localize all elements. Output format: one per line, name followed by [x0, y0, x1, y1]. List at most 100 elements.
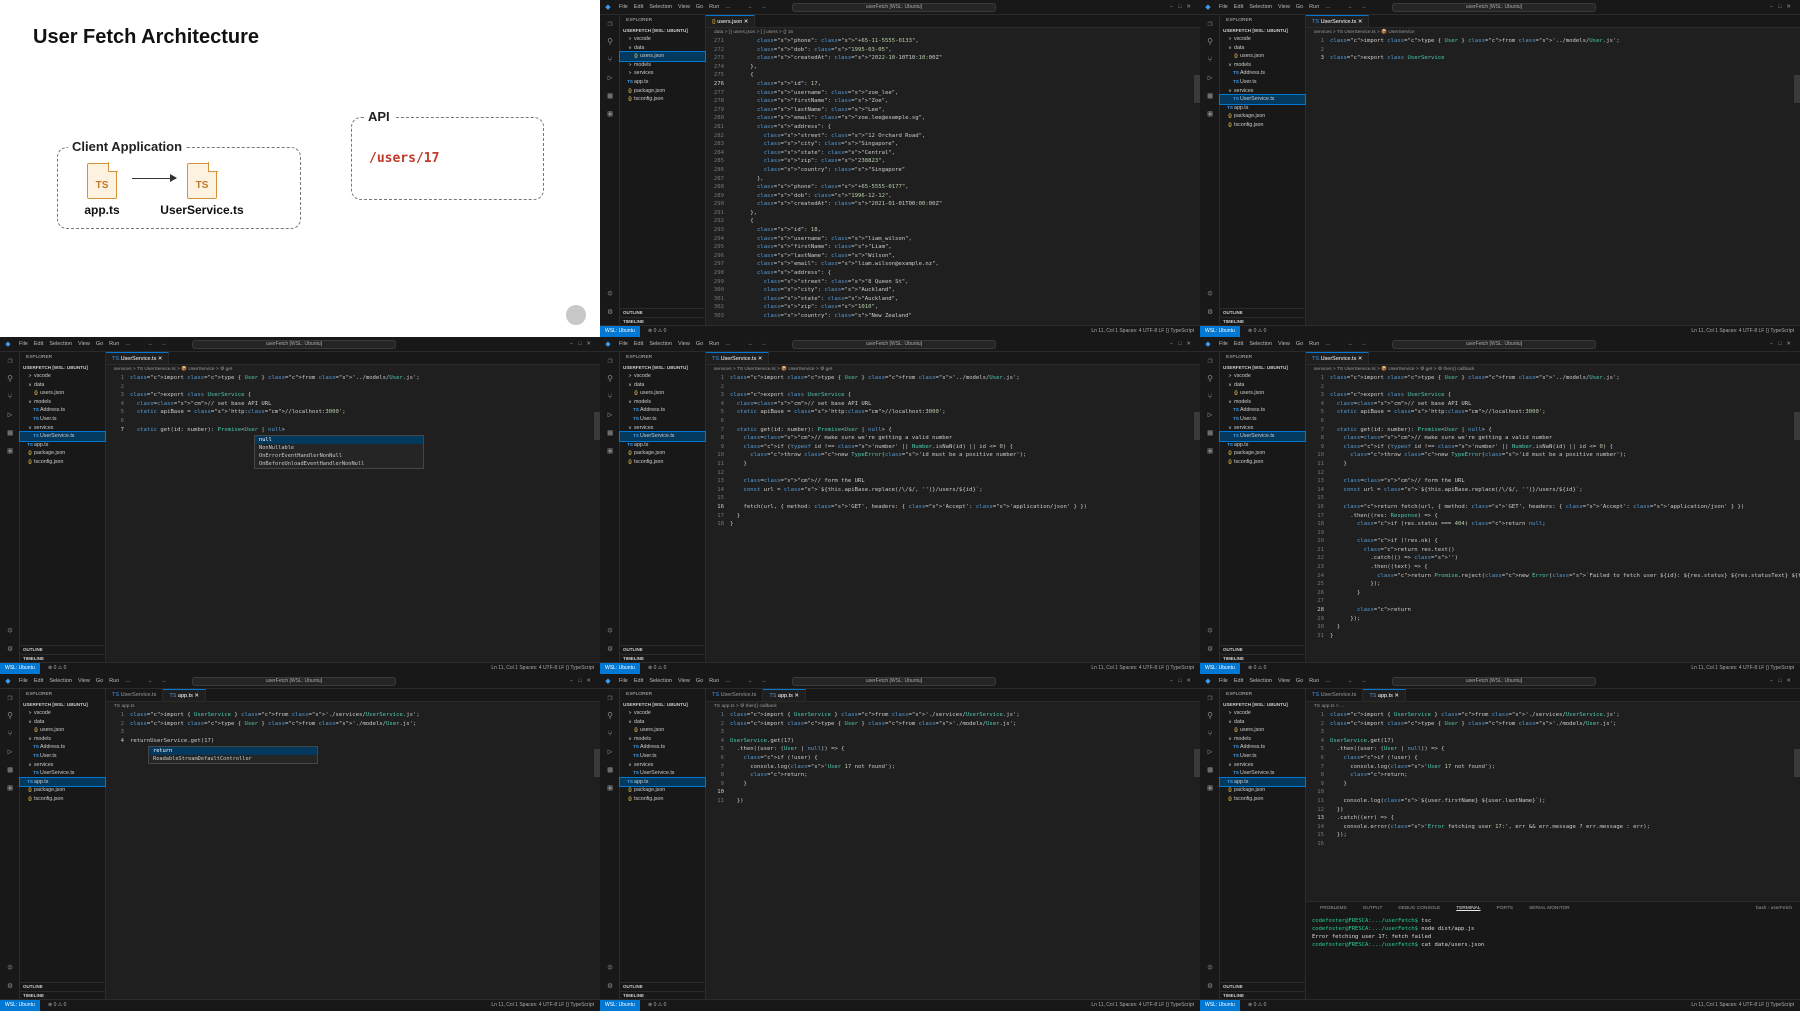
gear-icon[interactable]: ⚙ — [0, 640, 20, 658]
tree-item[interactable]: {} package.json — [20, 786, 105, 795]
menu-item[interactable]: View — [675, 678, 693, 684]
tree-item[interactable]: TSapp.ts — [20, 441, 105, 450]
command-search-input[interactable]: userFetch [WSL: Ubuntu] — [1392, 3, 1596, 12]
problems-indicator[interactable]: ⊗ 0 ⚠ 0 — [48, 1000, 66, 1011]
tree-item[interactable]: > vscode — [1220, 709, 1305, 718]
suggestion-item[interactable]: OnBeforeUnloadEventHandlerNonNull — [255, 460, 423, 468]
forward-icon[interactable]: → — [157, 678, 171, 684]
outline-section[interactable]: OUTLINE — [1220, 982, 1305, 990]
menu-item[interactable]: View — [75, 341, 93, 347]
files-icon[interactable]: ❐ — [0, 689, 20, 707]
run-debug-icon[interactable]: ▷ — [0, 743, 20, 761]
remote-explorer-icon[interactable]: ▣ — [1200, 442, 1220, 460]
remote-indicator[interactable]: WSL: Ubuntu — [1200, 326, 1240, 337]
forward-icon[interactable]: → — [157, 341, 171, 347]
tree-item[interactable]: TSapp.ts — [1220, 104, 1305, 113]
window-controls-icon[interactable]: −□✕ — [1770, 4, 1796, 10]
problems-indicator[interactable]: ⊗ 0 ⚠ 0 — [48, 663, 66, 674]
outline-section[interactable]: OUTLINE — [20, 982, 105, 990]
problems-indicator[interactable]: ⊗ 0 ⚠ 0 — [648, 663, 666, 674]
problems-indicator[interactable]: ⊗ 0 ⚠ 0 — [648, 1000, 666, 1011]
window-controls-icon[interactable]: −□✕ — [570, 678, 596, 684]
editor-tab[interactable]: TS UserService.ts — [1306, 689, 1364, 701]
menu-item[interactable]: Edit — [1231, 341, 1246, 347]
tree-item[interactable]: {} users.json — [1220, 726, 1305, 735]
tree-item[interactable]: {} package.json — [1220, 449, 1305, 458]
source-control-icon[interactable]: ⑂ — [1200, 388, 1220, 406]
editor-tab[interactable]: TS UserService.ts ✕ — [1306, 352, 1370, 364]
search-icon[interactable]: ⚲ — [600, 370, 620, 388]
tree-item[interactable]: v data — [1220, 381, 1305, 390]
menu-item[interactable]: Edit — [31, 341, 46, 347]
status-right[interactable]: Ln 11, Col 1 Spaces: 4 UTF-8 LF {} TypeS… — [1691, 326, 1794, 337]
autocomplete-popup[interactable]: return ReadableStreamDefaultController — [148, 746, 318, 765]
tree-item[interactable]: {} users.json — [1220, 389, 1305, 398]
remote-indicator[interactable]: WSL: Ubuntu — [0, 663, 40, 674]
timeline-section[interactable]: TIMELINE — [20, 654, 105, 662]
back-icon[interactable]: ← — [144, 678, 158, 684]
back-icon[interactable]: ← — [1344, 4, 1358, 10]
workspace-root[interactable]: USERFETCH [WSL: UBUNTU] — [1220, 700, 1305, 709]
code-editor[interactable]: 1 class="c">import class="c">type { User … — [1306, 37, 1800, 325]
tree-item[interactable]: v models — [1220, 61, 1305, 70]
remote-indicator[interactable]: WSL: Ubuntu — [600, 663, 640, 674]
editor-tab[interactable]: TS UserService.ts ✕ — [1306, 15, 1370, 27]
accounts-icon[interactable]: ☺ — [600, 285, 620, 303]
status-right[interactable]: Ln 11, Col 1 Spaces: 4 UTF-8 LF {} TypeS… — [1691, 663, 1794, 674]
tree-item[interactable]: TSapp.ts — [619, 776, 706, 788]
extensions-icon[interactable]: ▦ — [1200, 761, 1220, 779]
extensions-icon[interactable]: ▦ — [600, 424, 620, 442]
workspace-root[interactable]: USERFETCH [WSL: UBUNTU] — [20, 700, 105, 709]
tree-item[interactable]: TSapp.ts — [620, 78, 705, 87]
suggestion-item[interactable]: null — [255, 436, 423, 445]
breadcrumb[interactable]: services > TS UserService.ts > 📦 UserSer… — [1306, 28, 1800, 37]
source-control-icon[interactable]: ⑂ — [0, 388, 20, 406]
run-debug-icon[interactable]: ▷ — [600, 69, 620, 87]
run-debug-icon[interactable]: ▷ — [1200, 743, 1220, 761]
panel-tab[interactable]: PORTS — [1489, 906, 1521, 911]
close-icon[interactable]: ✕ — [1356, 356, 1363, 362]
back-icon[interactable]: ← — [744, 4, 758, 10]
run-debug-icon[interactable]: ▷ — [600, 406, 620, 424]
extensions-icon[interactable]: ▦ — [600, 761, 620, 779]
tree-item[interactable]: > services — [620, 69, 705, 78]
forward-icon[interactable]: → — [1357, 341, 1371, 347]
files-icon[interactable]: ❐ — [1200, 352, 1220, 370]
remote-explorer-icon[interactable]: ▣ — [600, 779, 620, 797]
timeline-section[interactable]: TIMELINE — [620, 991, 705, 999]
tree-item[interactable]: v models — [620, 398, 705, 407]
close-icon[interactable]: ✕ — [193, 693, 199, 699]
tree-item[interactable]: TSAddress.ts — [1220, 406, 1305, 415]
status-right[interactable]: Ln 11, Col 1 Spaces: 4 UTF-8 LF {} TypeS… — [1091, 326, 1194, 337]
breadcrumb[interactable]: TS app.ts > ... — [1306, 702, 1800, 711]
close-icon[interactable]: ✕ — [1356, 19, 1363, 25]
menu-item[interactable]: Selection — [1246, 341, 1275, 347]
editor-tab[interactable]: TS UserService.ts — [106, 689, 164, 701]
tree-item[interactable]: {} tsconfig.json — [620, 795, 705, 804]
back-icon[interactable]: ← — [144, 341, 158, 347]
source-control-icon[interactable]: ⑂ — [0, 725, 20, 743]
status-right[interactable]: Ln 11, Col 1 Spaces: 4 UTF-8 LF {} TypeS… — [491, 1000, 594, 1011]
suggestion-item[interactable]: OnErrorEventHandlerNonNull — [255, 452, 423, 460]
tree-item[interactable]: {} users.json — [1220, 52, 1305, 61]
tree-item[interactable]: > vscode — [1220, 35, 1305, 44]
menu-item[interactable]: View — [75, 678, 93, 684]
menu-item[interactable]: Go — [693, 4, 706, 10]
tree-item[interactable]: {} users.json — [620, 726, 705, 735]
tree-item[interactable]: v data — [1220, 718, 1305, 727]
gear-icon[interactable]: ⚙ — [600, 640, 620, 658]
extensions-icon[interactable]: ▦ — [0, 424, 20, 442]
accounts-icon[interactable]: ☺ — [1200, 959, 1220, 977]
menu-item[interactable]: Go — [1293, 678, 1306, 684]
tree-item[interactable]: v services — [1220, 424, 1305, 433]
search-icon[interactable]: ⚲ — [1200, 33, 1220, 51]
code-editor[interactable]: 271 class="s">"phone": class="s">"+65-11… — [706, 37, 1200, 325]
back-icon[interactable]: ← — [744, 341, 758, 347]
gear-icon[interactable]: ⚙ — [600, 303, 620, 321]
accounts-icon[interactable]: ☺ — [0, 622, 20, 640]
window-controls-icon[interactable]: −□✕ — [1170, 341, 1196, 347]
close-icon[interactable]: ✕ — [742, 19, 749, 25]
menu-item[interactable]: Go — [1293, 4, 1306, 10]
menu-item[interactable]: Run — [1306, 341, 1322, 347]
close-icon[interactable]: ✕ — [756, 356, 763, 362]
